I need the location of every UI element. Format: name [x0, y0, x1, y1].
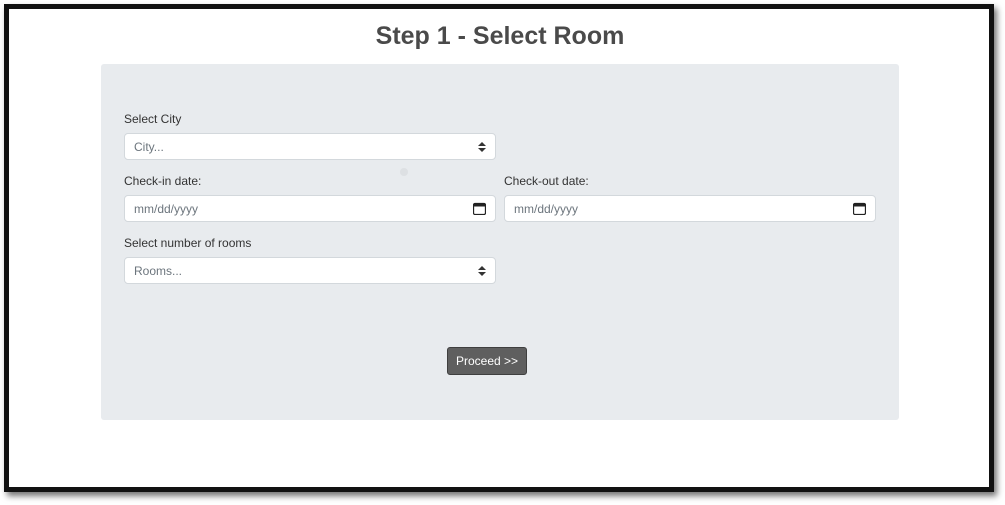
checkout-label: Check-out date: — [504, 174, 589, 188]
rooms-select-value: Rooms... — [134, 263, 183, 278]
calendar-icon[interactable] — [467, 195, 491, 222]
checkin-label: Check-in date: — [124, 174, 202, 188]
caret-up-down-icon — [471, 265, 493, 276]
city-select-value: City... — [134, 139, 164, 154]
faded-overlay — [400, 168, 408, 176]
checkout-date-input[interactable]: mm/dd/yyyy — [504, 195, 876, 222]
caret-up-down-icon — [471, 141, 493, 152]
rooms-select[interactable]: Rooms... — [124, 257, 496, 284]
checkin-date-value: mm/dd/yyyy — [134, 201, 199, 216]
page-title: Step 1 - Select Room — [375, 22, 625, 50]
calendar-icon[interactable] — [847, 195, 871, 222]
proceed-button[interactable]: Proceed >> — [447, 347, 527, 375]
city-select[interactable]: City... — [124, 133, 496, 160]
checkout-date-value: mm/dd/yyyy — [514, 201, 579, 216]
faded-dot-icon — [400, 168, 408, 176]
checkin-date-input[interactable]: mm/dd/yyyy — [124, 195, 496, 222]
rooms-label: Select number of rooms — [124, 236, 252, 250]
city-label: Select City — [124, 112, 182, 126]
